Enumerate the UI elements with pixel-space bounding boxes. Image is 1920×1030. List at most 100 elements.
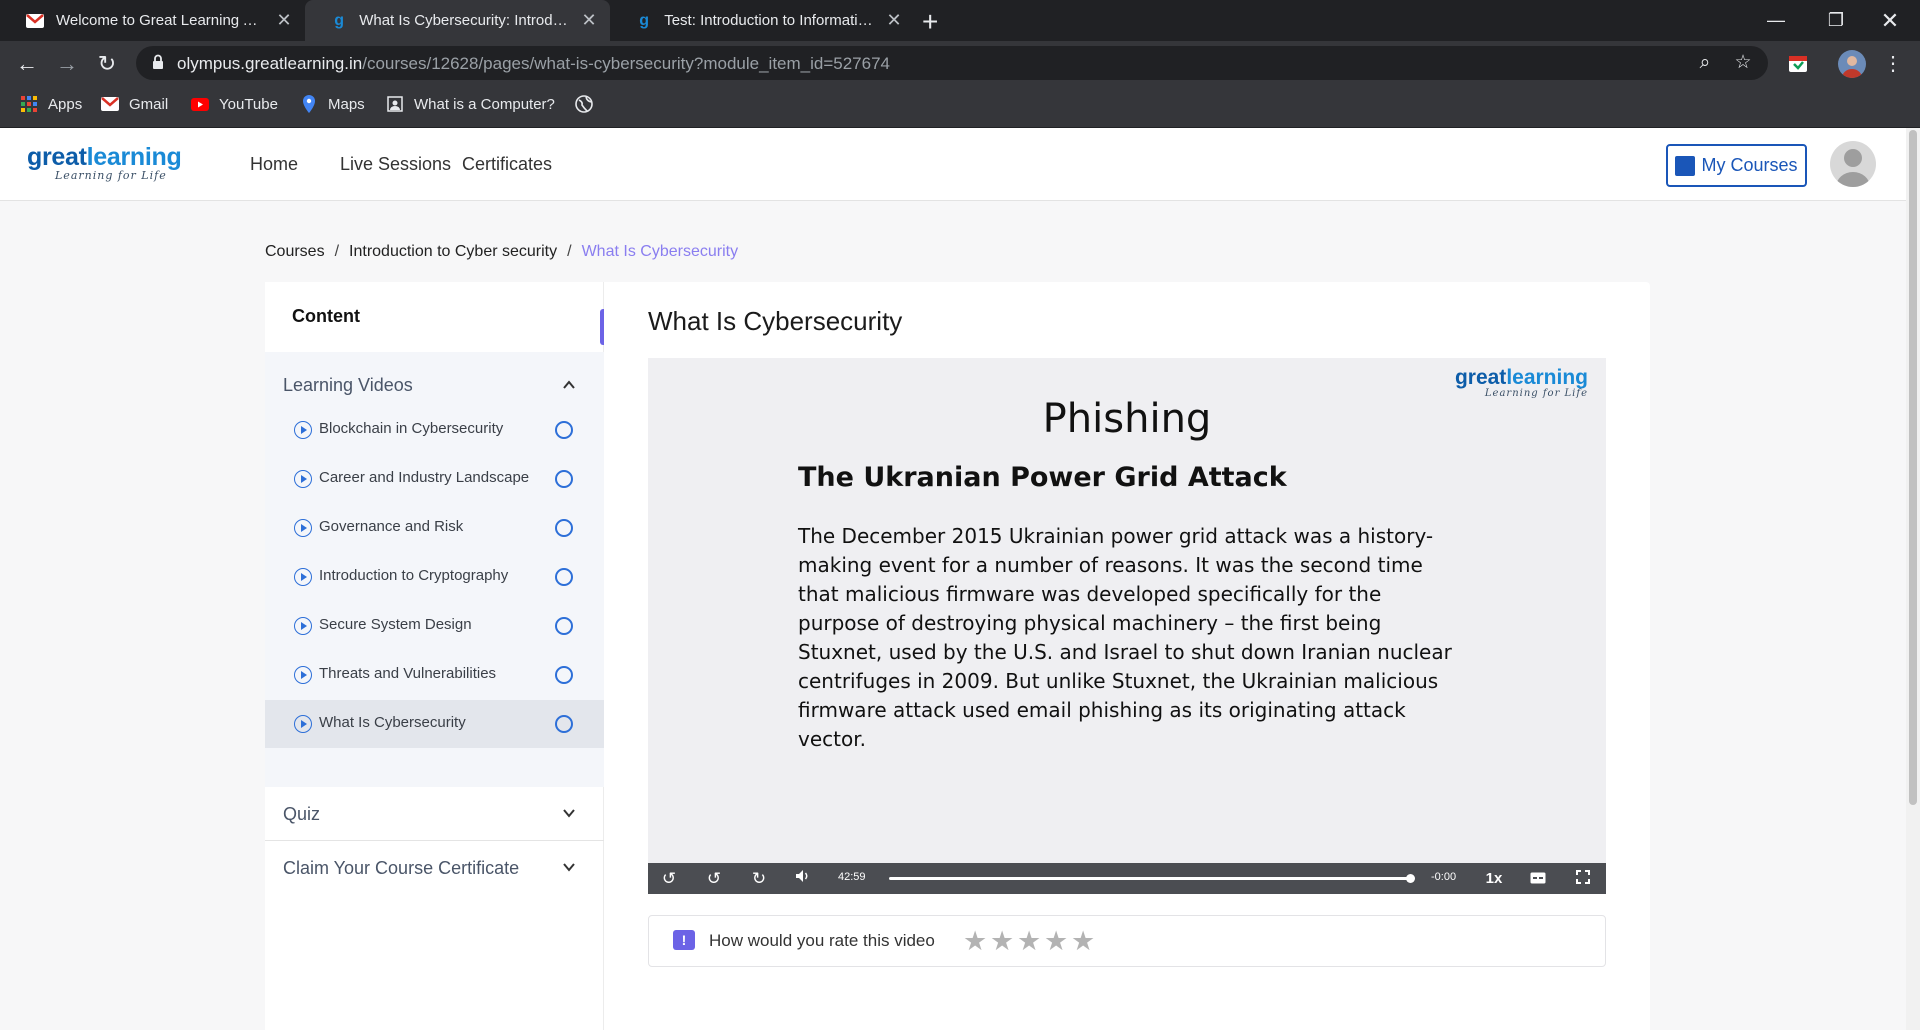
close-tab-icon[interactable]: ✕ <box>580 10 598 31</box>
tab-title: Test: Introduction to Information Securi… <box>664 12 877 29</box>
user-avatar[interactable] <box>1830 141 1876 187</box>
volume-icon[interactable] <box>792 868 814 890</box>
close-tab-icon[interactable]: ✕ <box>885 10 903 31</box>
bookmark-apps[interactable]: Apps <box>20 95 82 113</box>
play-circle-icon <box>294 519 312 537</box>
greatlearning-logo[interactable]: greatlearning Learning for Life <box>27 145 182 183</box>
nav-live-sessions[interactable]: Live Sessions <box>340 154 451 175</box>
close-window-icon[interactable]: ✕ <box>1860 0 1920 41</box>
play-circle-icon <box>294 715 312 733</box>
section-quiz[interactable]: Quiz <box>265 787 604 841</box>
video-item[interactable]: Introduction to Cryptography <box>265 553 604 601</box>
extension-icon[interactable] <box>1784 50 1812 78</box>
sidebar-heading: Content <box>292 306 360 326</box>
playback-speed[interactable]: 1x <box>1483 868 1505 890</box>
breadcrumb-current: What Is Cybersecurity <box>581 243 739 260</box>
video-item[interactable]: Threats and Vulnerabilities <box>265 651 604 699</box>
address-bar[interactable]: olympus.greatlearning.in/courses/12628/p… <box>136 46 1768 80</box>
scrollbar-thumb[interactable] <box>1909 130 1917 805</box>
video-watermark-logo: greatlearning Learning for Life <box>1454 366 1588 399</box>
bookmark-globe[interactable] <box>575 95 603 113</box>
rating-prompt: How would you rate this video <box>709 931 935 950</box>
video-item[interactable]: Governance and Risk <box>265 504 604 552</box>
my-courses-button[interactable]: My Courses <box>1666 144 1807 187</box>
star-icon[interactable]: ★ <box>990 926 1014 957</box>
progress-knob[interactable] <box>1406 874 1415 883</box>
star-icon[interactable]: ★ <box>1071 926 1095 957</box>
bookmark-what-is-a-computer[interactable]: What is a Computer? <box>386 95 555 113</box>
profile-avatar-icon[interactable] <box>1838 50 1866 78</box>
play-circle-icon <box>294 470 312 488</box>
minimize-icon[interactable]: — <box>1746 0 1806 41</box>
breadcrumb-course[interactable]: Introduction to Cyber security <box>349 243 557 261</box>
breadcrumb: Courses / Introduction to Cyber security… <box>265 243 738 261</box>
main-content: What Is Cybersecurity greatlearning Lear… <box>604 282 1650 1030</box>
browser-tab-1[interactable]: Welcome to Great Learning Academy ✕ <box>0 0 305 41</box>
gmail-icon <box>101 95 119 113</box>
site-header: greatlearning Learning for Life Home Liv… <box>0 128 1906 201</box>
restore-icon[interactable]: ❐ <box>1806 0 1866 41</box>
youtube-icon <box>191 95 209 113</box>
back-icon[interactable]: ← <box>14 51 40 77</box>
bookmarks-bar: Apps Gmail YouTube Maps What is a Comput… <box>0 86 1920 128</box>
browser-tab-bar: Welcome to Great Learning Academy ✕ g Wh… <box>0 0 1920 41</box>
completion-circle-icon <box>555 666 573 684</box>
bookmark-gmail[interactable]: Gmail <box>101 95 168 113</box>
greatlearning-icon: g <box>639 11 649 29</box>
video-controls: ↺ ↺ ↻ 42:59 -0:00 1x <box>648 863 1606 894</box>
video-item[interactable]: Secure System Design <box>265 602 604 650</box>
video-item-selected[interactable]: What Is Cybersecurity <box>265 700 604 748</box>
chevron-up-icon[interactable] <box>562 378 576 392</box>
video-item[interactable]: Blockchain in Cybersecurity <box>265 406 604 454</box>
video-item[interactable]: Career and Industry Landscape <box>265 455 604 503</box>
gmail-icon <box>26 12 44 30</box>
video-item-label: Blockchain in Cybersecurity <box>319 420 504 437</box>
completion-circle-icon <box>555 568 573 586</box>
lock-icon <box>153 54 163 69</box>
bookmark-star-icon[interactable]: ☆ <box>1732 52 1754 74</box>
video-player[interactable]: greatlearning Learning for Life Phishing… <box>648 358 1606 894</box>
progress-bar[interactable] <box>889 874 1415 883</box>
logo-tagline: Learning for Life <box>55 169 167 182</box>
maps-icon <box>300 95 318 113</box>
video-rating-box: ! How would you rate this video ★ ★ ★ ★ … <box>648 915 1606 967</box>
replay-icon[interactable]: ↺ <box>658 868 680 890</box>
bookmark-maps[interactable]: Maps <box>300 95 365 113</box>
completion-circle-icon <box>555 421 573 439</box>
forward-icon[interactable]: → <box>54 51 80 77</box>
url-text: olympus.greatlearning.in/courses/12628/p… <box>177 54 890 74</box>
star-icon[interactable]: ★ <box>1044 926 1068 957</box>
browser-tab-2[interactable]: g What Is Cybersecurity: Introduction to… <box>305 0 610 41</box>
close-tab-icon[interactable]: ✕ <box>275 10 293 31</box>
completion-circle-icon <box>555 470 573 488</box>
page-scrollbar[interactable] <box>1906 128 1920 1030</box>
url-path: /courses/12628/pages/what-is-cybersecuri… <box>362 54 890 73</box>
star-icon[interactable]: ★ <box>963 926 987 957</box>
fullscreen-icon[interactable] <box>1572 868 1594 890</box>
captions-icon[interactable] <box>1527 868 1549 890</box>
forward-icon[interactable]: ↻ <box>748 868 770 890</box>
bookmark-youtube[interactable]: YouTube <box>191 95 278 113</box>
rewind-icon[interactable]: ↺ <box>703 868 725 890</box>
breadcrumb-separator: / <box>334 243 340 260</box>
star-icon[interactable]: ★ <box>1017 926 1041 957</box>
section-title-certificate: Claim Your Course Certificate <box>283 858 520 878</box>
completion-circle-icon <box>555 617 573 635</box>
video-item-label: What Is Cybersecurity <box>319 714 466 731</box>
bookmark-label: Gmail <box>129 95 169 113</box>
browser-menu-icon[interactable]: ⋮ <box>1880 51 1906 77</box>
reload-icon[interactable]: ↻ <box>94 51 120 77</box>
bookmark-label: Maps <box>328 95 365 113</box>
nav-home[interactable]: Home <box>250 154 298 175</box>
video-item-label: Governance and Risk <box>319 518 464 535</box>
nav-certificates[interactable]: Certificates <box>462 154 552 175</box>
zoom-icon[interactable]: ⌕ <box>1694 52 1716 74</box>
section-title-learning-videos[interactable]: Learning Videos <box>283 375 413 396</box>
breadcrumb-courses[interactable]: Courses <box>265 243 325 261</box>
new-tab-icon[interactable]: + <box>922 6 938 38</box>
bookmark-label: What is a Computer? <box>414 95 555 113</box>
section-claim-certificate[interactable]: Claim Your Course Certificate <box>265 841 604 895</box>
play-circle-icon <box>294 666 312 684</box>
video-item-label: Career and Industry Landscape <box>319 469 530 486</box>
browser-tab-3[interactable]: g Test: Introduction to Information Secu… <box>610 0 915 41</box>
